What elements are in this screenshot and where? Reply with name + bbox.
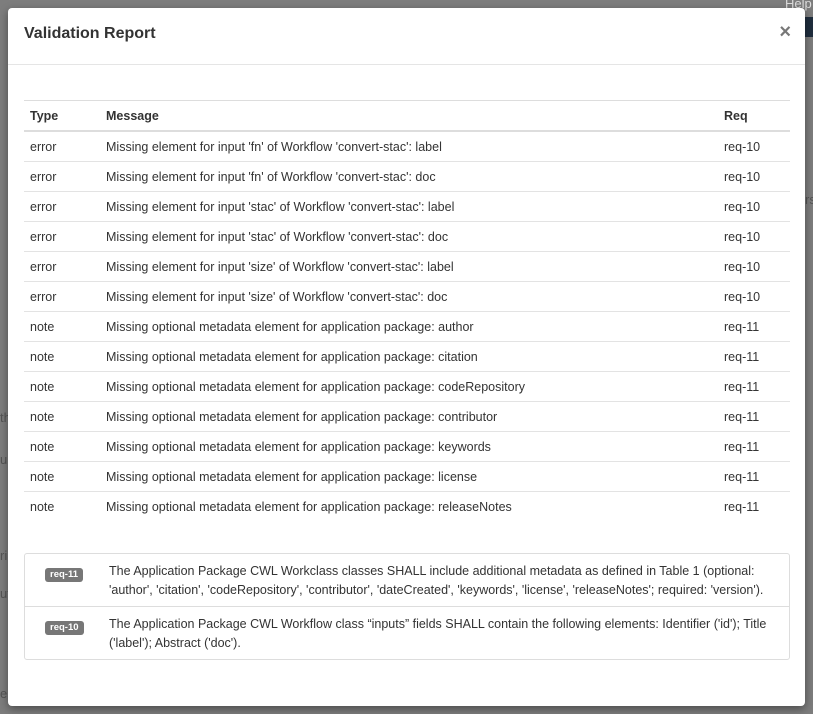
cell-type: error	[24, 281, 100, 312]
table-header-row: Type Message Req	[24, 100, 790, 132]
table-row: note Missing optional metadata element f…	[24, 401, 790, 432]
cell-req: req-11	[718, 401, 790, 432]
requirements-list: req-11 The Application Package CWL Workc…	[24, 553, 790, 660]
requirement-badge: req-10	[45, 621, 84, 635]
cell-req: req-10	[718, 251, 790, 282]
background-text-fragment: ri	[0, 548, 8, 563]
cell-req: req-11	[718, 341, 790, 372]
requirement-item: req-11 The Application Package CWL Workc…	[25, 554, 789, 606]
cell-type: error	[24, 191, 100, 222]
cell-req: req-11	[718, 311, 790, 342]
cell-type: error	[24, 161, 100, 192]
cell-message: Missing optional metadata element for ap…	[100, 311, 718, 342]
table-row: note Missing optional metadata element f…	[24, 341, 790, 372]
background-text-fragment: e	[0, 686, 8, 701]
cell-type: note	[24, 311, 100, 342]
table-row: note Missing optional metadata element f…	[24, 371, 790, 402]
cell-req: req-10	[718, 161, 790, 192]
cell-req: req-10	[724, 139, 761, 154]
modal-header: Validation Report ×	[8, 8, 805, 65]
table-row: note Missing optional metadata element f…	[24, 491, 790, 521]
background-text-fragment: u	[0, 452, 8, 467]
cell-message: Missing optional metadata element for ap…	[100, 341, 718, 372]
cell-req: req-11	[718, 491, 790, 521]
column-header-type: Type	[24, 100, 100, 132]
cell-type: note	[24, 461, 100, 492]
cell-type: note	[24, 401, 100, 432]
cell-message: Missing element for input 'fn' of Workfl…	[100, 161, 718, 192]
cell-type: error	[24, 221, 100, 252]
cell-type: error	[30, 139, 57, 154]
cell-type: note	[24, 431, 100, 462]
close-button[interactable]: ×	[779, 22, 791, 42]
cell-message: Missing element for input 'size' of Work…	[100, 251, 718, 282]
table-row: note Missing optional metadata element f…	[24, 431, 790, 462]
cell-message: Missing optional metadata element for ap…	[100, 461, 718, 492]
column-header-message: Message	[100, 100, 718, 132]
cell-message: Missing element for input 'stac' of Work…	[100, 191, 718, 222]
cell-message: Missing optional metadata element for ap…	[100, 491, 718, 521]
cell-message: Missing element for input 'stac' of Work…	[100, 221, 718, 252]
cell-message: Missing optional metadata element for ap…	[100, 401, 718, 432]
column-header-req: Req	[718, 100, 790, 132]
table-row: error Missing element for input 'stac' o…	[24, 221, 790, 252]
cell-type: note	[24, 491, 100, 521]
cell-req: req-10	[718, 281, 790, 312]
cell-req: req-10	[718, 221, 790, 252]
table-row: error Missing element for input 'stac' o…	[24, 191, 790, 222]
cell-type: note	[24, 341, 100, 372]
table-row: error Missing element for input 'fn' of …	[24, 131, 790, 162]
cell-message: Missing element for input 'size' of Work…	[100, 281, 718, 312]
requirement-text: The Application Package CWL Workflow cla…	[109, 617, 767, 650]
cell-req: req-11	[718, 461, 790, 492]
validation-report-modal: Validation Report × Type Message Req err…	[8, 8, 805, 706]
cell-message: Missing optional metadata element for ap…	[100, 431, 718, 462]
table-row: error Missing element for input 'size' o…	[24, 281, 790, 312]
requirement-badge: req-11	[45, 568, 83, 582]
table-row: note Missing optional metadata element f…	[24, 311, 790, 342]
cell-message: Missing element for input 'fn' of Workfl…	[106, 139, 442, 154]
background-text-fragment: rs	[805, 192, 813, 207]
cell-message: Missing optional metadata element for ap…	[100, 371, 718, 402]
modal-title: Validation Report	[24, 25, 156, 42]
cell-type: note	[24, 371, 100, 402]
cell-req: req-10	[718, 191, 790, 222]
requirement-text: The Application Package CWL Workclass cl…	[109, 564, 764, 597]
cell-type: error	[24, 251, 100, 282]
cell-req: req-11	[718, 371, 790, 402]
requirement-item: req-10 The Application Package CWL Workf…	[25, 606, 789, 659]
table-row: error Missing element for input 'fn' of …	[24, 161, 790, 192]
table-row: error Missing element for input 'size' o…	[24, 251, 790, 282]
validation-results-table: Type Message Req error Missing element f…	[24, 100, 790, 521]
cell-req: req-11	[718, 431, 790, 462]
table-row: note Missing optional metadata element f…	[24, 461, 790, 492]
